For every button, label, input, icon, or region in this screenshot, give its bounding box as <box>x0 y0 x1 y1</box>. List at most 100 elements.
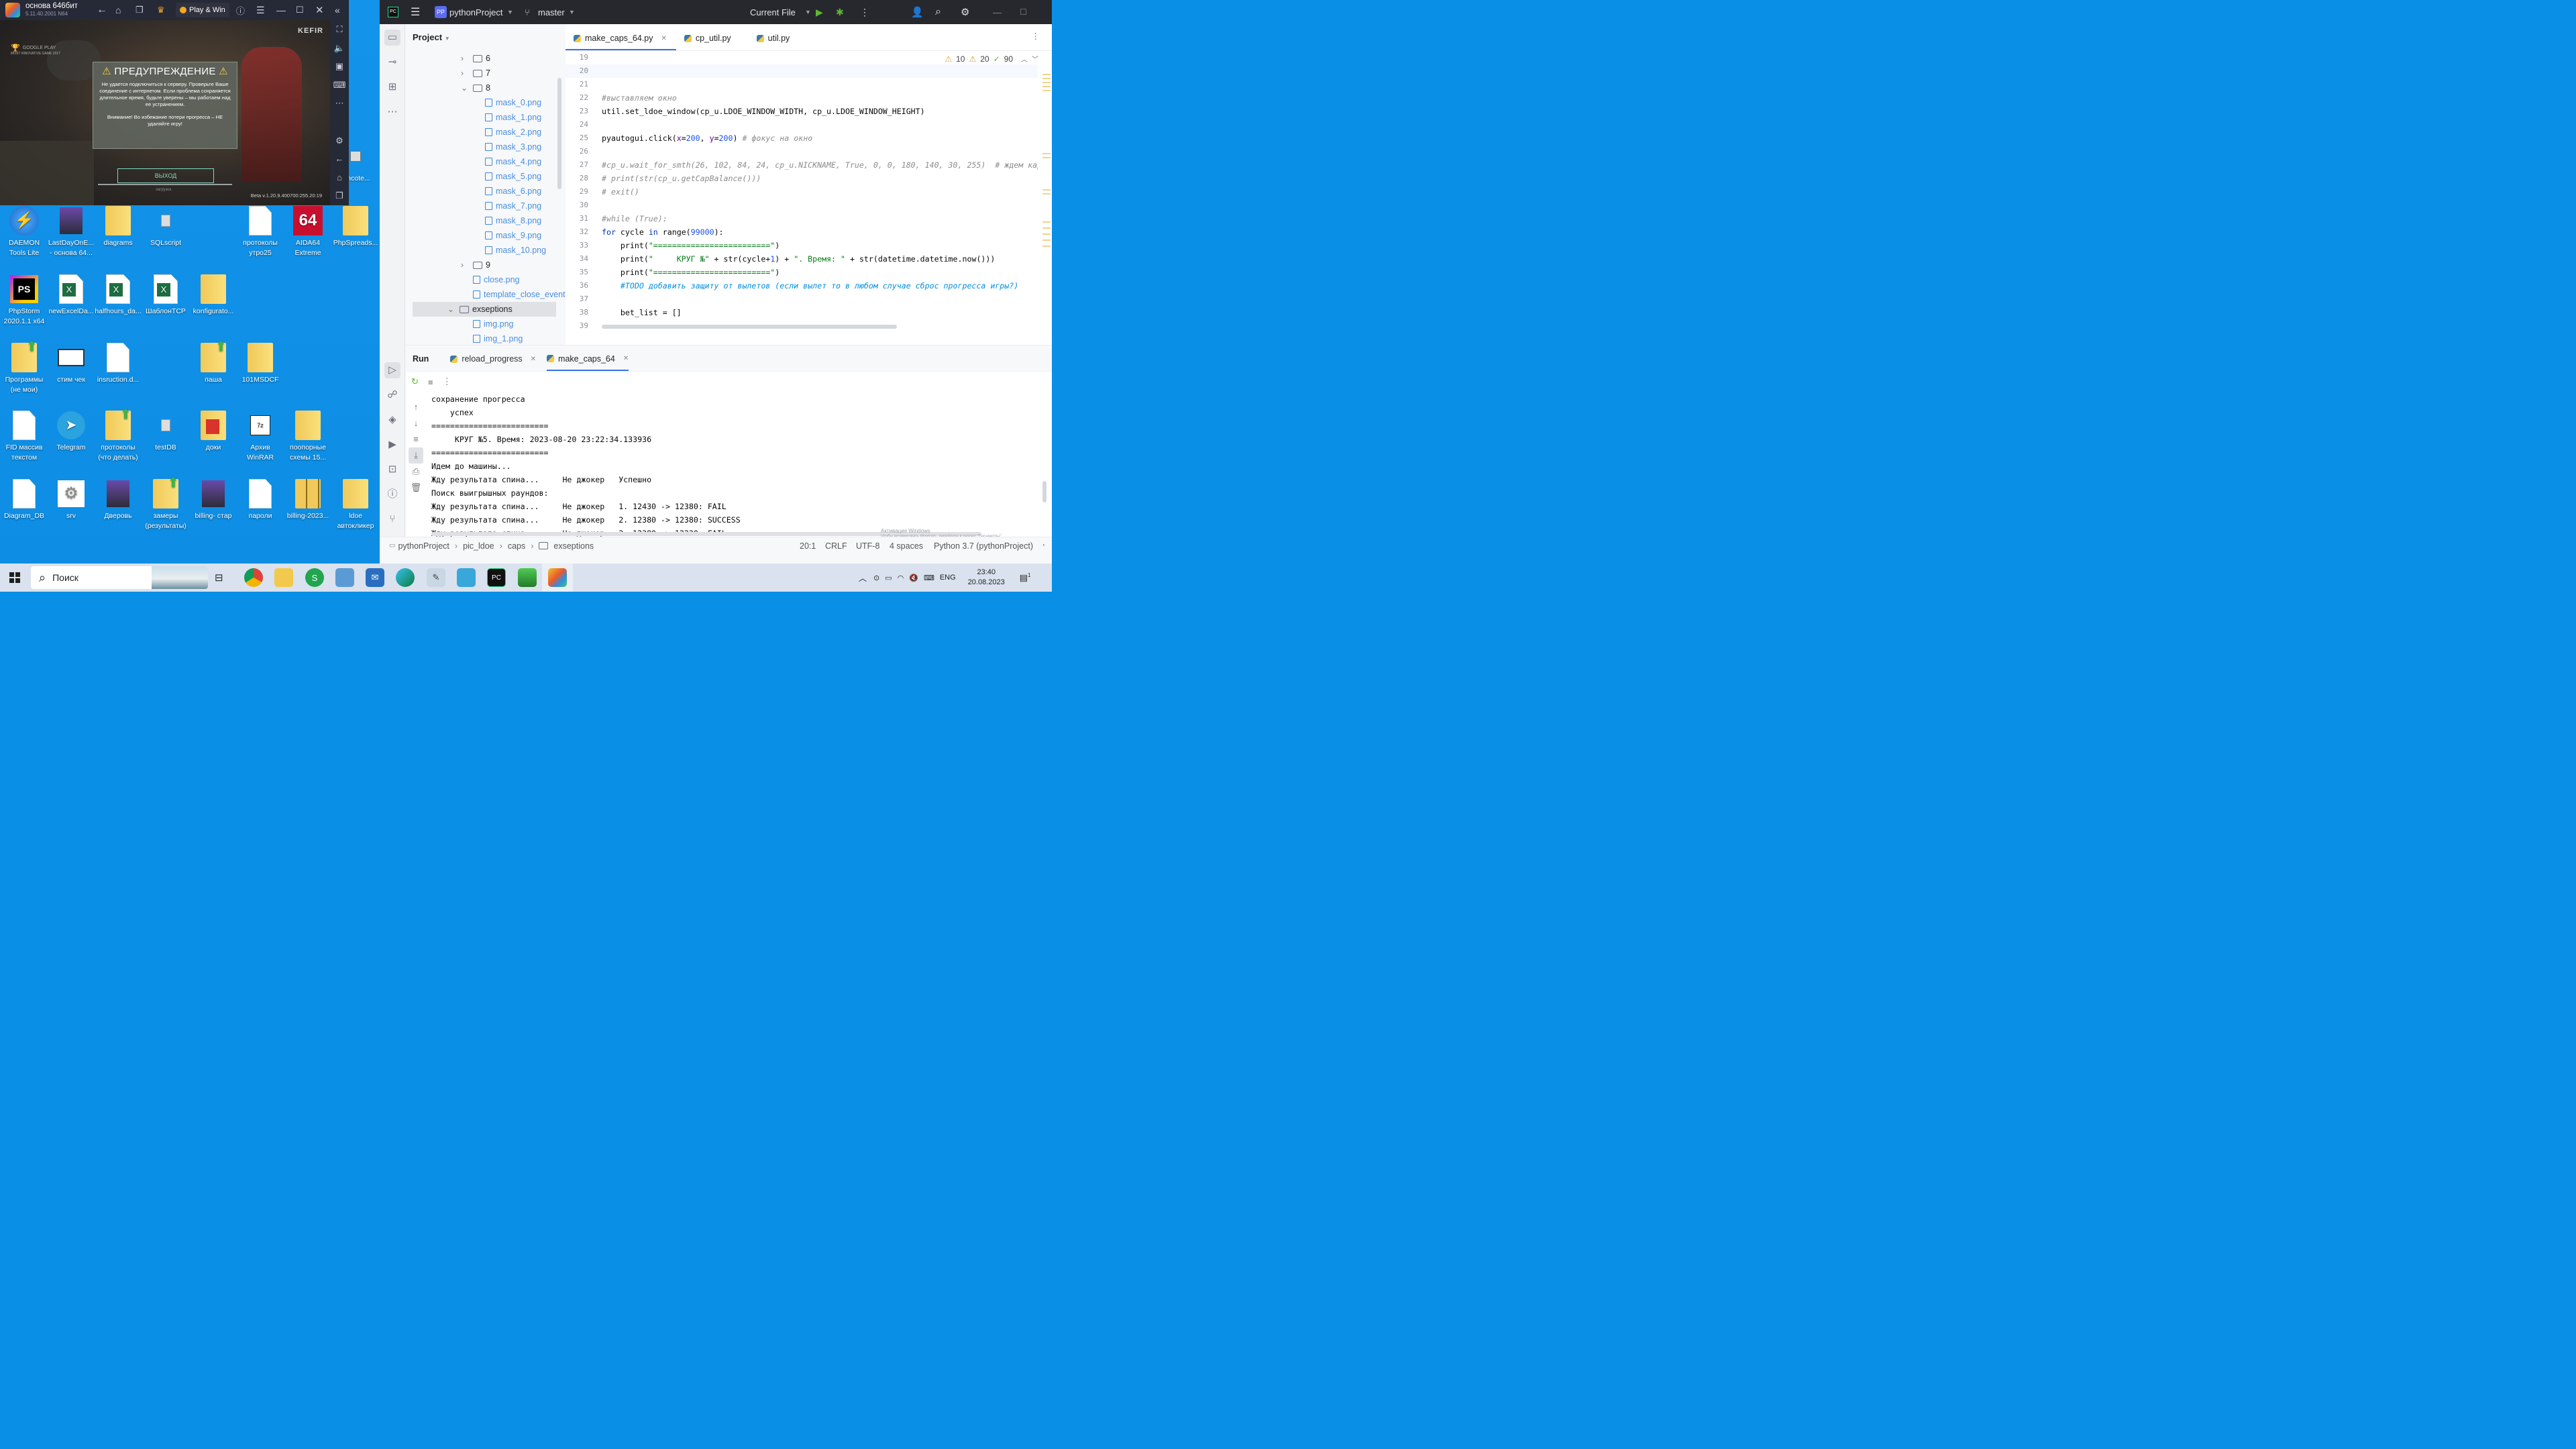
tab-make-caps-run[interactable]: make_caps_64 ✕ <box>547 347 629 371</box>
add-user-icon[interactable]: 👤 <box>911 6 924 18</box>
desktop-icon[interactable]: доки <box>189 410 237 453</box>
task-view-icon[interactable]: ⊟ <box>215 572 223 584</box>
run-config-selector[interactable]: Current File <box>750 7 796 17</box>
tree-file[interactable]: img_1.png <box>406 331 523 345</box>
desktop-icon[interactable]: FID массив текстом <box>0 410 48 463</box>
close-tab-icon[interactable]: ✕ <box>531 356 536 363</box>
tree-file[interactable]: img.png <box>406 317 513 331</box>
run-tool-icon[interactable]: ▷ <box>384 362 400 378</box>
chevron-down-icon[interactable]: ▼ <box>445 36 450 42</box>
scroll-down-icon[interactable]: ↓ <box>409 415 423 431</box>
chevron-up-icon[interactable]: ︿ <box>859 572 867 584</box>
desktop-icon[interactable]: 64 AIDA64 Extreme <box>284 205 332 258</box>
recent-apps-icon[interactable]: ❐ <box>335 191 343 205</box>
crown-icon[interactable]: ♛ <box>157 5 165 15</box>
code-area[interactable]: #выставляем окно util.set_ldoe_window(cp… <box>602 51 1038 353</box>
desktop-icon[interactable]: billing-2023... <box>284 478 332 521</box>
desktop-icon[interactable]: ⚙ srv <box>47 478 95 521</box>
tree-file[interactable]: mask_1.png <box>406 110 541 125</box>
debug-icon[interactable]: ✱ <box>836 7 844 18</box>
breadcrumb-item[interactable]: caps <box>508 541 525 551</box>
breadcrumb-item[interactable]: exseptions <box>553 541 594 551</box>
tab-make-caps[interactable]: make_caps_64.py ✕ <box>566 34 676 50</box>
tree-folder[interactable]: › 7 <box>406 66 490 80</box>
desktop-icon[interactable]: ➤ Telegram <box>47 410 95 453</box>
tree-file[interactable]: mask_7.png <box>406 199 541 213</box>
soft-wrap-icon[interactable]: ≡ <box>409 431 423 447</box>
close-icon[interactable]: ✕ <box>315 4 324 16</box>
notification-icon[interactable]: ▤1 <box>1020 572 1031 583</box>
exit-button[interactable]: ВЫХОД <box>117 168 214 183</box>
project-tool-icon[interactable]: ▭ <box>384 30 400 46</box>
breadcrumb-item[interactable]: pic_ldoe <box>463 541 494 551</box>
desktop-icon[interactable]: ⬆ замеры (результаты) <box>142 476 190 531</box>
clock[interactable]: 23:40 20.08.2023 <box>968 568 1005 588</box>
scroll-up-icon[interactable]: ↑ <box>409 399 423 415</box>
settings-icon[interactable]: ⚙ <box>335 136 343 150</box>
desktop-icon[interactable]: X ШаблонTCP <box>142 274 190 317</box>
editor-hscroll[interactable] <box>602 325 897 329</box>
cursor-position[interactable]: 20:1 <box>800 541 816 551</box>
home-icon[interactable]: ⌂ <box>337 172 342 187</box>
chevron-icon[interactable]: ⌄ <box>447 305 454 314</box>
tree-file[interactable]: mask_10.png <box>406 243 546 258</box>
camera-icon[interactable]: ⊙ <box>873 574 879 582</box>
desktop-icon[interactable]: поопорные схемы 15... <box>284 410 332 463</box>
more-icon[interactable]: ⋮ <box>443 376 451 387</box>
windows-start-icon[interactable] <box>9 572 20 583</box>
tree-folder[interactable]: ⌄ 8 <box>406 80 490 95</box>
stop-icon[interactable]: ■ <box>428 377 433 387</box>
problems-icon[interactable]: ⓘ <box>384 486 400 502</box>
back-arrow-icon[interactable]: ← <box>97 4 107 16</box>
more-icon[interactable]: ⋯ <box>335 98 344 113</box>
close-tab-icon[interactable]: ✕ <box>661 35 666 42</box>
desktop-icon[interactable]: 101MSDCF <box>236 342 284 385</box>
more-tools-icon[interactable]: ⋯ <box>384 104 400 120</box>
desktop-icon[interactable]: SQLscript <box>142 205 190 248</box>
game-screen[interactable]: KEFIR 🏆 GOOGLE PLAY MOST INNOVATIVE GAME… <box>0 20 330 205</box>
mail-icon[interactable]: ✉ <box>366 568 384 587</box>
minimize-icon[interactable]: — <box>993 7 1002 17</box>
input-language[interactable]: ENG <box>940 574 956 582</box>
desktop-icon[interactable]: ⬆ Программы (не мои) <box>0 340 48 395</box>
main-menu-icon[interactable]: ☰ <box>411 5 420 19</box>
console-vscroll[interactable] <box>1042 481 1046 502</box>
store-icon[interactable] <box>335 568 354 587</box>
desktop-icon[interactable]: ⚡ DAEMON Tools Lite <box>0 205 48 258</box>
breadcrumb-item[interactable]: pythonProject <box>398 541 449 551</box>
tabs-more-icon[interactable]: ⋮ <box>1032 31 1040 41</box>
line-separator[interactable]: CRLF <box>825 541 847 551</box>
tree-folder[interactable]: ⌄ exseptions <box>413 302 556 317</box>
commit-tool-icon[interactable]: ⊸ <box>384 54 400 70</box>
more-actions-icon[interactable]: ⋮ <box>860 7 869 18</box>
maximize-icon[interactable]: ☐ <box>1020 7 1027 17</box>
bluestacks-taskbar-icon-1[interactable] <box>518 568 537 587</box>
tab-reload-progress[interactable]: reload_progress ✕ <box>450 354 536 364</box>
collapse-sidebar-icon[interactable]: « <box>335 5 340 15</box>
tree-file[interactable]: close.png <box>406 272 520 287</box>
desktop-icon[interactable]: XnewExcelDa... <box>47 274 95 317</box>
desktop-icon[interactable]: Diagram_DB <box>0 478 48 521</box>
desktop-icon[interactable]: PS PhpStorm 2020.1.1 x64 <box>0 274 48 327</box>
tree-scrollbar[interactable] <box>557 78 561 189</box>
rerun-icon[interactable]: ↻ <box>411 376 419 387</box>
desktop-icon[interactable]: diagrams <box>94 205 142 248</box>
volume-mute-icon[interactable]: 🔇 <box>909 574 918 582</box>
lock-icon[interactable]: ◔ <box>1041 542 1045 549</box>
tree-file[interactable]: mask_6.png <box>406 184 541 199</box>
desktop-icon[interactable]: 7z Архив WinRAR <box>236 410 284 463</box>
desktop-icon[interactable]: стим чек <box>47 342 95 385</box>
chrome-icon[interactable] <box>244 568 263 587</box>
tree-file[interactable]: mask_8.png <box>406 213 541 228</box>
tree-file[interactable]: mask_4.png <box>406 154 541 169</box>
tree-folder[interactable]: › 6 <box>406 51 490 66</box>
chevron-icon[interactable]: › <box>461 260 464 270</box>
search-icon[interactable]: ⌕ <box>935 6 941 18</box>
close-tab-icon[interactable]: ✕ <box>623 355 629 362</box>
tree-folder[interactable]: › 9 <box>406 258 490 272</box>
python-packages-icon[interactable]: ◈ <box>384 412 400 428</box>
keyboard-icon[interactable]: ⌨ <box>924 574 934 582</box>
desktop-icon[interactable]: ldoe автокликер <box>331 478 380 531</box>
desktop-icon[interactable]: ⬆ паша <box>189 340 237 385</box>
paint-icon[interactable]: ✎ <box>427 568 445 587</box>
